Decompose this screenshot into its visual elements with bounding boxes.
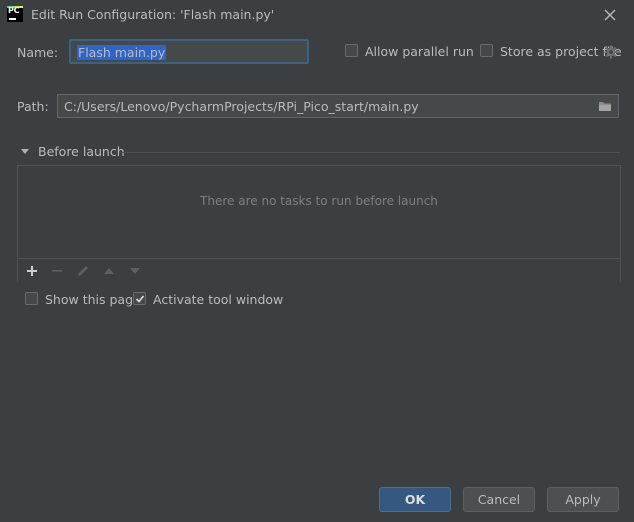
activate-tool-checkbox[interactable]: [133, 292, 146, 305]
ok-button[interactable]: OK: [379, 487, 451, 512]
remove-icon[interactable]: [49, 263, 65, 279]
move-up-icon[interactable]: [101, 263, 117, 279]
collapse-arrow-icon[interactable]: [20, 148, 30, 156]
apply-button[interactable]: Apply: [547, 487, 619, 512]
pycharm-logo-icon: PC: [7, 6, 23, 22]
before-launch-header[interactable]: Before launch: [20, 144, 620, 160]
window-title: Edit Run Configuration: 'Flash main.py': [31, 7, 275, 22]
before-launch-title: Before launch: [38, 144, 125, 159]
run-config-dialog: PC Edit Run Configuration: 'Flash main.p…: [0, 0, 634, 522]
cancel-button[interactable]: Cancel: [463, 487, 535, 512]
add-icon[interactable]: [24, 263, 40, 279]
tasks-toolbar: [18, 258, 620, 282]
logo-text: PC: [8, 6, 20, 15]
path-label: Path:: [17, 99, 49, 114]
tasks-empty-message: There are no tasks to run before launch: [200, 194, 438, 208]
checkmark-icon: [135, 295, 145, 303]
name-label: Name:: [17, 45, 59, 60]
path-value: C:/Users/Lenovo/PycharmProjects/RPi_Pico…: [64, 99, 419, 114]
allow-parallel-label[interactable]: Allow parallel run: [365, 44, 474, 59]
allow-parallel-checkbox[interactable]: [345, 44, 358, 57]
move-down-icon[interactable]: [127, 263, 143, 279]
show-page-checkbox[interactable]: [25, 292, 38, 305]
name-value: Flash main.py: [77, 45, 167, 60]
close-button[interactable]: [600, 5, 620, 25]
show-page-label[interactable]: Show this page: [45, 292, 141, 307]
activate-tool-label[interactable]: Activate tool window: [153, 292, 283, 307]
section-divider: [120, 152, 620, 153]
before-launch-tasks-panel: There are no tasks to run before launch: [17, 165, 621, 282]
path-field[interactable]: C:/Users/Lenovo/PycharmProjects/RPi_Pico…: [57, 94, 619, 118]
store-project-checkbox[interactable]: [480, 44, 493, 57]
gear-icon[interactable]: [604, 45, 618, 59]
title-bar: PC Edit Run Configuration: 'Flash main.p…: [0, 0, 634, 30]
close-icon: [604, 9, 616, 21]
name-input[interactable]: Flash main.py: [69, 39, 309, 64]
edit-icon[interactable]: [75, 263, 91, 279]
folder-icon[interactable]: [598, 99, 612, 113]
